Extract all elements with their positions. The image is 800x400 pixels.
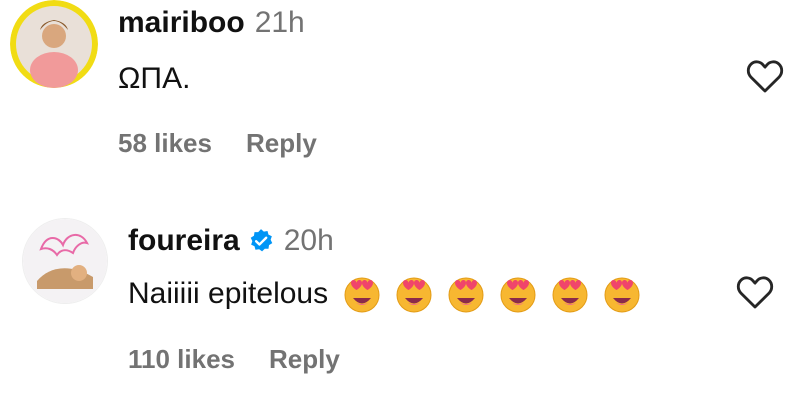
user-photo-avatar-icon: [23, 219, 107, 303]
timestamp[interactable]: 20h: [284, 224, 334, 258]
heart-eyes-emoji-icon: [342, 274, 382, 314]
comment-text: Naiiiii epitelous: [128, 274, 654, 314]
like-heart-icon[interactable]: [736, 274, 774, 315]
timestamp[interactable]: 21h: [255, 6, 305, 40]
heart-eyes-emoji-icon: [446, 274, 486, 314]
user-photo-avatar-icon: [10, 0, 98, 88]
reply-button[interactable]: Reply: [269, 344, 340, 375]
heart-eyes-emoji-icon: [550, 274, 590, 314]
likes-count[interactable]: 58 likes: [118, 128, 212, 159]
heart-eyes-emoji-icon: [602, 274, 642, 314]
reply-button[interactable]: Reply: [246, 128, 317, 159]
avatar-foureira[interactable]: [22, 218, 108, 304]
comment-mairiboo: mairiboo 21h ΩΠΑ. 58 likes Reply: [0, 0, 800, 200]
comment-text-body: Naiiiii epitelous: [128, 277, 329, 310]
likes-count[interactable]: 110 likes: [128, 344, 235, 375]
emoji-row: [342, 274, 654, 314]
username[interactable]: foureira: [128, 224, 240, 258]
heart-eyes-emoji-icon: [394, 274, 434, 314]
comment-foureira: foureira 20h Naiiiii epitelous 110 likes…: [0, 200, 800, 400]
heart-eyes-emoji-icon: [498, 274, 538, 314]
verified-badge-icon: [248, 228, 274, 254]
like-heart-icon[interactable]: [746, 58, 784, 99]
comment-text: ΩΠΑ.: [118, 62, 191, 95]
username[interactable]: mairiboo: [118, 6, 245, 40]
avatar-mairiboo[interactable]: [10, 0, 98, 88]
